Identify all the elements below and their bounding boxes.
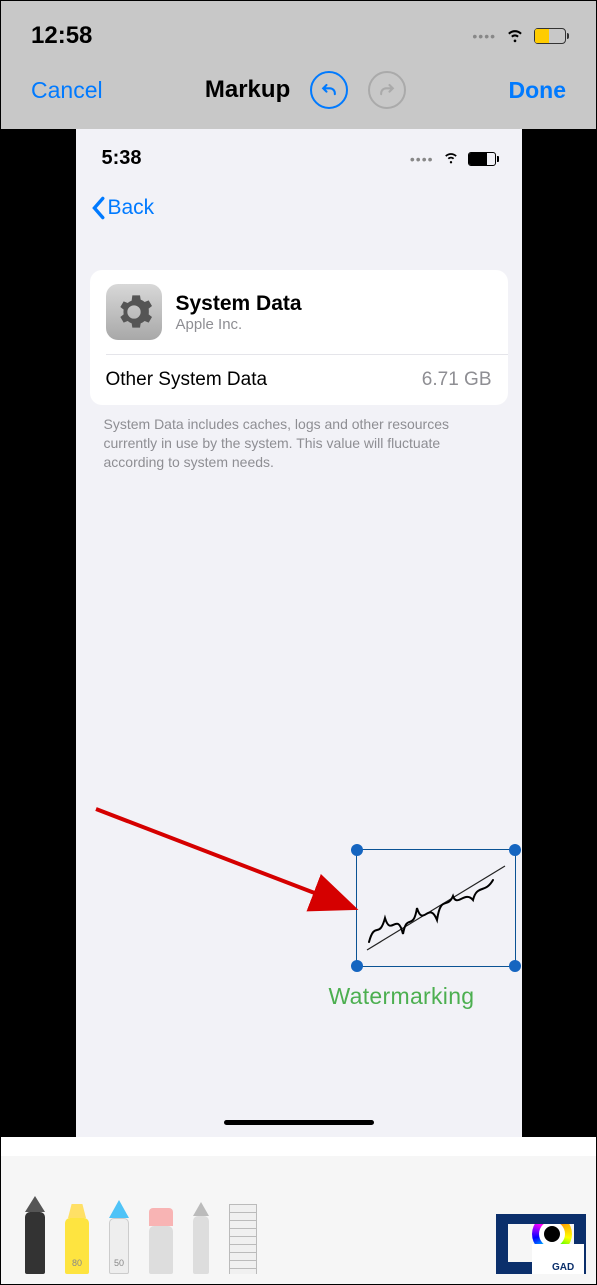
footnote-text: System Data includes caches, logs and ot… (76, 405, 522, 482)
lasso-tool[interactable] (193, 1202, 209, 1274)
signature-drawing[interactable] (357, 850, 515, 966)
edited-screenshot: 5:38 •••• Back System Data (76, 129, 522, 1137)
row-value: 6.71 GB (422, 369, 492, 391)
cell-dots-icon: •••• (472, 28, 496, 44)
ruler-tool[interactable] (229, 1204, 257, 1274)
pen-tool[interactable] (25, 1196, 45, 1274)
highlighter-tool[interactable]: 80 (65, 1204, 89, 1274)
markup-tool-tray: 80 50 GAD (1, 1156, 596, 1284)
wifi-icon (504, 23, 526, 50)
svg-text:GAD: GAD (552, 1262, 574, 1273)
resize-handle-tr[interactable] (509, 844, 521, 856)
card-vendor: Apple Inc. (176, 316, 302, 333)
back-label: Back (108, 196, 155, 220)
row-label: Other System Data (106, 369, 268, 391)
inner-wifi-icon (441, 147, 460, 170)
watermark-text-label[interactable]: Watermarking (329, 983, 475, 1010)
resize-handle-bl[interactable] (351, 960, 363, 972)
undo-button[interactable] (310, 71, 348, 109)
arrow-annotation (86, 799, 386, 949)
inner-clock: 5:38 (102, 147, 142, 170)
markup-title: Markup (205, 76, 290, 104)
eraser-tool[interactable] (149, 1208, 173, 1274)
watermark-logo: GAD (496, 1214, 586, 1276)
settings-gear-icon (106, 284, 162, 340)
home-indicator (224, 1120, 374, 1125)
pencil-tool[interactable]: 50 (109, 1200, 129, 1274)
battery-icon (534, 28, 566, 44)
resize-handle-br[interactable] (509, 960, 521, 972)
storage-row: Other System Data 6.71 GB (90, 355, 508, 405)
outer-status-icons: •••• (472, 23, 566, 50)
resize-handle-tl[interactable] (351, 844, 363, 856)
highlighter-size: 80 (72, 1258, 82, 1268)
signature-selection[interactable] (356, 849, 516, 967)
pencil-size: 50 (114, 1258, 124, 1268)
settings-card: System Data Apple Inc. Other System Data… (90, 270, 508, 405)
inner-battery-icon (468, 152, 496, 166)
markup-canvas[interactable]: 5:38 •••• Back System Data (1, 129, 596, 1137)
card-title: System Data (176, 292, 302, 316)
cancel-button[interactable]: Cancel (31, 77, 103, 104)
inner-cell-dots-icon: •••• (410, 151, 434, 167)
outer-clock: 12:58 (31, 22, 92, 50)
markup-header: Cancel Markup Done (1, 61, 596, 129)
done-button[interactable]: Done (509, 77, 567, 104)
outer-status-bar: 12:58 •••• (1, 1, 596, 61)
redo-button[interactable] (368, 71, 406, 109)
inner-status-bar: 5:38 •••• (76, 129, 522, 176)
back-button: Back (76, 176, 522, 230)
